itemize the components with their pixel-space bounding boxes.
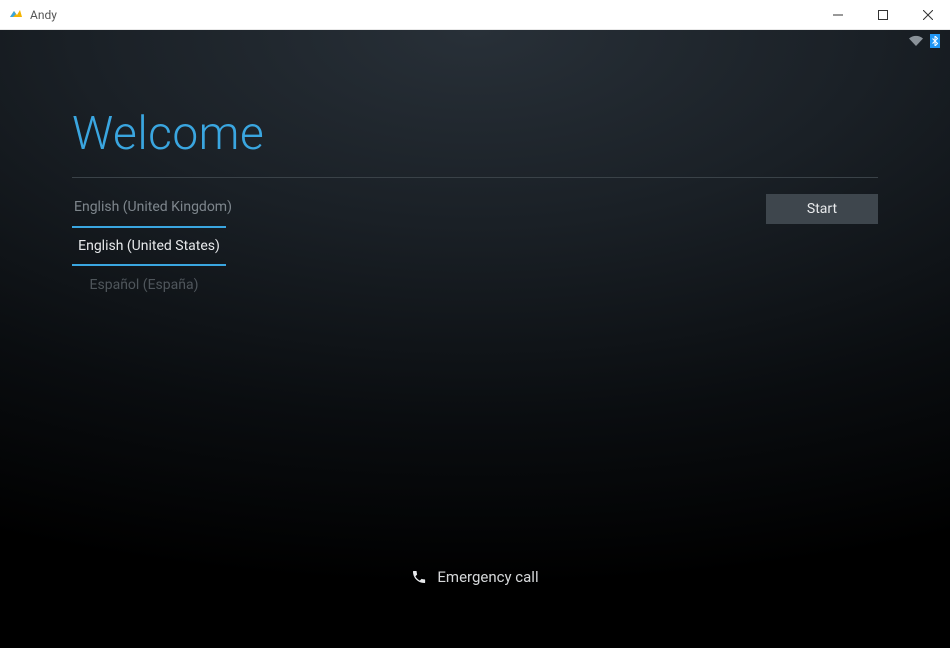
emergency-call-label: Emergency call bbox=[437, 568, 538, 586]
setup-content: Welcome English (United Kingdom) English… bbox=[0, 52, 950, 304]
app-icon bbox=[8, 7, 24, 23]
emergency-call-button[interactable]: Emergency call bbox=[0, 568, 950, 586]
navigation-bar bbox=[0, 600, 950, 648]
minimize-button[interactable] bbox=[815, 0, 860, 29]
android-viewport: Welcome English (United Kingdom) English… bbox=[0, 30, 950, 648]
window-title: Andy bbox=[30, 8, 815, 22]
bluetooth-icon bbox=[930, 34, 940, 48]
phone-icon bbox=[411, 569, 427, 585]
start-button-label: Start bbox=[807, 201, 837, 217]
window-titlebar: Andy bbox=[0, 0, 950, 30]
welcome-title: Welcome bbox=[72, 107, 878, 161]
close-button[interactable] bbox=[905, 0, 950, 29]
setup-row: English (United Kingdom) English (United… bbox=[72, 180, 878, 304]
language-option-selected[interactable]: English (United States) bbox=[72, 226, 226, 266]
wifi-icon bbox=[908, 35, 924, 47]
language-option-above[interactable]: English (United Kingdom) bbox=[72, 188, 226, 226]
window-controls bbox=[815, 0, 950, 29]
start-button[interactable]: Start bbox=[766, 194, 878, 224]
divider bbox=[72, 177, 878, 178]
language-picker[interactable]: English (United Kingdom) English (United… bbox=[72, 188, 226, 304]
language-option-below[interactable]: Español (España) bbox=[72, 266, 226, 304]
status-bar bbox=[0, 30, 950, 52]
maximize-button[interactable] bbox=[860, 0, 905, 29]
